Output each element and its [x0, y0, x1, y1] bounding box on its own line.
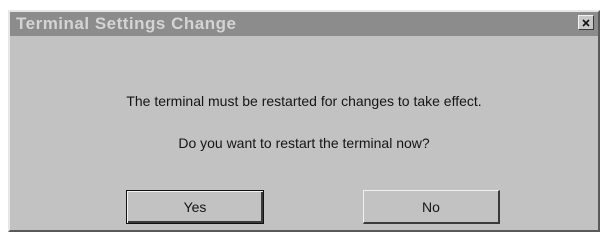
restart-question-message: Do you want to restart the terminal now? [178, 135, 430, 151]
restart-required-message: The terminal must be restarted for chang… [126, 93, 482, 109]
terminal-settings-change-dialog: Terminal Settings Change The terminal mu… [8, 10, 600, 232]
yes-button[interactable]: Yes [126, 190, 264, 224]
close-button[interactable] [578, 15, 594, 30]
no-button[interactable]: No [363, 190, 500, 224]
close-icon [582, 18, 590, 27]
dialog-title: Terminal Settings Change [16, 14, 237, 33]
dialog-title-bar[interactable]: Terminal Settings Change [10, 12, 598, 36]
